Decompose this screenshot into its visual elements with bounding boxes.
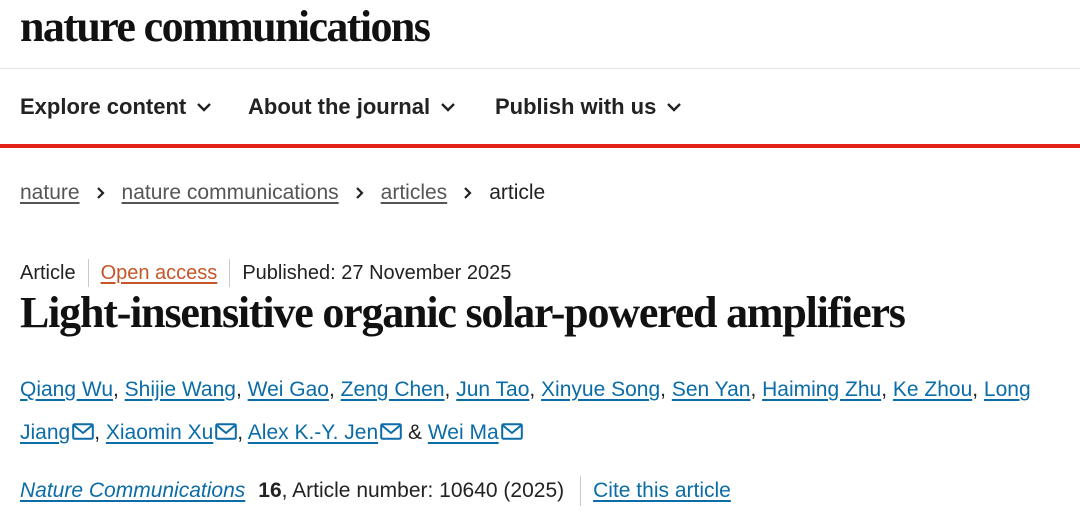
chevron-right-icon — [355, 187, 364, 199]
author-link[interactable]: Wei Gao — [248, 378, 329, 401]
article-number: , Article number: 10640 (2025) — [281, 479, 565, 502]
article-type: Article — [20, 261, 76, 284]
author-separator: & — [402, 421, 428, 444]
author-link[interactable]: Xinyue Song — [541, 378, 660, 401]
nav-publish-with-us-label: Publish with us — [495, 94, 657, 119]
author-link[interactable]: Alex K.-Y. Jen — [248, 421, 378, 444]
author-link[interactable]: Qiang Wu — [20, 378, 113, 401]
volume-number: 16 — [258, 479, 282, 502]
author-separator: , — [529, 378, 542, 401]
author-link[interactable]: Wei Ma — [428, 421, 499, 444]
main-nav: Explore content About the journal Publis… — [0, 68, 1080, 148]
author-separator: , — [113, 378, 125, 401]
site-logo[interactable]: nature communications — [20, 2, 431, 52]
nav-about-journal-label: About the journal — [248, 94, 431, 119]
author-separator: , — [881, 378, 893, 401]
author-separator: , — [750, 378, 763, 401]
article-meta: Article Open access Published: 27 Novemb… — [20, 259, 511, 287]
author-link[interactable]: Sen Yan — [672, 378, 751, 401]
author-link[interactable]: Jun Tao — [456, 378, 529, 401]
mail-icon[interactable] — [500, 423, 523, 440]
author-link[interactable]: Shijie Wang — [125, 378, 236, 401]
breadcrumb-current: article — [489, 181, 546, 204]
divider — [580, 476, 582, 506]
journal-link[interactable]: Nature Communications — [20, 479, 245, 503]
chevron-down-icon — [667, 103, 682, 112]
nav-explore-content[interactable]: Explore content — [20, 94, 212, 120]
author-separator: , — [972, 378, 984, 401]
author-link[interactable]: Zeng Chen — [341, 378, 445, 401]
author-separator: , — [660, 378, 672, 401]
author-list: Qiang Wu, Shijie Wang, Wei Gao, Zeng Che… — [20, 368, 1070, 454]
mail-icon[interactable] — [380, 423, 402, 440]
mail-icon[interactable] — [215, 423, 238, 440]
divider — [229, 259, 231, 287]
nav-explore-content-label: Explore content — [20, 94, 187, 119]
author-separator: , — [237, 421, 248, 444]
author-separator: , — [328, 378, 341, 401]
author-link[interactable]: Xiaomin Xu — [106, 421, 213, 444]
published-date: Published: 27 November 2025 — [242, 261, 512, 284]
cite-article-link[interactable]: Cite this article — [593, 479, 731, 503]
site-header: nature communications — [0, 0, 1080, 69]
breadcrumb-nature-communications[interactable]: nature communications — [122, 181, 339, 205]
chevron-right-icon — [464, 187, 472, 199]
open-access-link[interactable]: Open access — [101, 262, 218, 285]
breadcrumb-articles[interactable]: articles — [381, 181, 448, 205]
author-separator: , — [444, 378, 457, 401]
chevron-down-icon — [441, 103, 455, 112]
nav-publish-with-us[interactable]: Publish with us — [495, 94, 682, 120]
divider — [87, 259, 89, 287]
chevron-right-icon — [96, 187, 105, 199]
breadcrumb: nature nature communications articles ar… — [20, 181, 545, 205]
citation-line: Nature Communications 16 , Article numbe… — [20, 476, 731, 506]
author-separator: , — [94, 421, 106, 444]
author-separator: , — [235, 378, 248, 401]
breadcrumb-nature[interactable]: nature — [20, 181, 80, 205]
nav-about-journal[interactable]: About the journal — [248, 94, 456, 120]
author-link[interactable]: Haiming Zhu — [762, 378, 881, 401]
article-title: Light-insensitive organic solar-powered … — [20, 288, 906, 337]
chevron-down-icon — [197, 103, 212, 112]
author-link[interactable]: Ke Zhou — [893, 378, 972, 401]
mail-icon[interactable] — [72, 423, 95, 440]
